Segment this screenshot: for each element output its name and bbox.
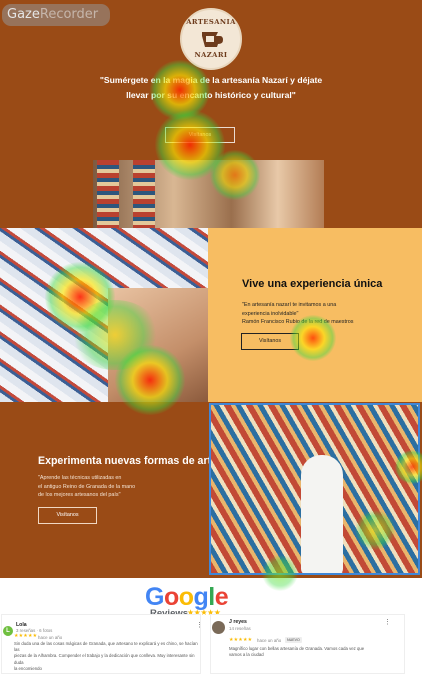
experience-quote-line2: experiencia inolvidable" (242, 310, 299, 317)
art-forms-heading: Experimenta nuevas formas de arte (38, 455, 217, 467)
more-options-icon[interactable]: ⋮ (196, 621, 203, 629)
review-text-line3: la encomiendo (14, 665, 42, 671)
review-time: hace un año (257, 638, 282, 643)
review-text-line2: vamos a la ciudad (229, 652, 264, 658)
review-text: Sin duda una de las cosas mágicas de Gra… (14, 641, 200, 672)
artisan-hand-photo (108, 288, 208, 402)
google-letter: o (178, 583, 194, 611)
review-text-line2: piezas de la Alhambra. Compender el trab… (14, 653, 195, 665)
logo-text-top: ARTESANIA (186, 18, 236, 27)
hero-tagline-line1: "Sumérgete en la magia de la artesanía N… (99, 75, 323, 85)
avatar: L (3, 626, 13, 636)
logo-text-bottom: NAZARI (194, 51, 228, 59)
art-forms-quote-line2: el antiguo Reino de Granada de la mano (38, 483, 136, 490)
google-letter: g (193, 583, 209, 611)
review-time: hace un año (38, 635, 63, 640)
experience-visit-button[interactable]: Visítanos (241, 333, 299, 350)
artisan-figure-photo (301, 455, 343, 573)
experience-quote: "En artesanía nazarí te invitamos a una … (242, 301, 392, 327)
experience-quote-line3: Ramón Francisco Rubio de la red de maest… (242, 319, 354, 326)
art-forms-visit-button[interactable]: Visítanos (38, 507, 97, 524)
reviewer-name[interactable]: J reyes (229, 619, 247, 625)
google-letter: o (163, 583, 179, 611)
google-letter: e (214, 583, 229, 611)
gazerecorder-watermark: GazeRecorder (2, 4, 110, 26)
avatar (212, 621, 225, 634)
review-text-line1: Sin duda una de las cosas mágicas de Gra… (14, 641, 198, 653)
experience-heading: Vive una experiencia única (242, 278, 383, 290)
brand-logo[interactable]: ARTESANIA NAZARI (180, 8, 242, 70)
art-forms-quote: "Aprende las técnicas utilizadas en el a… (38, 474, 178, 500)
watermark-part1: Gaze (7, 7, 40, 22)
plaster-carving-photo (0, 228, 208, 402)
more-options-icon[interactable]: ⋮ (384, 618, 391, 626)
hero-artisan-photo (93, 160, 324, 228)
page: ARTESANIA NAZARI GazeRecorder "Sumérgete… (0, 0, 422, 690)
hero-visit-button[interactable]: Visítanos (165, 127, 235, 143)
painted-ceiling-photo (209, 403, 420, 575)
art-forms-quote-line1: "Aprende las técnicas utilizadas en (38, 475, 122, 481)
hero-photo-stripe (133, 160, 155, 228)
review-stars: ★★★★★ (229, 637, 253, 643)
review-stars: ★★★★★ (14, 633, 38, 639)
art-forms-quote-line3: de los mejores artesanos del país" (38, 492, 121, 499)
hero-tagline: "Sumérgete en la magia de la artesanía N… (70, 73, 352, 103)
ceramic-jug-icon (202, 32, 223, 47)
review-text: Magnífico lugar con bellas artesanía de … (229, 646, 401, 658)
new-badge: NUEVO (285, 637, 302, 643)
hero-tagline-line2: llevar por su encanto histórico y cultur… (126, 90, 296, 100)
google-letter: G (145, 583, 164, 611)
experience-quote-line1: "En artesanía nazarí te invitamos a una (242, 302, 337, 308)
reviewer-meta: 14 reseñas (229, 626, 251, 631)
watermark-part2: Recorder (39, 7, 99, 22)
hero-photo-stripe (97, 160, 119, 228)
